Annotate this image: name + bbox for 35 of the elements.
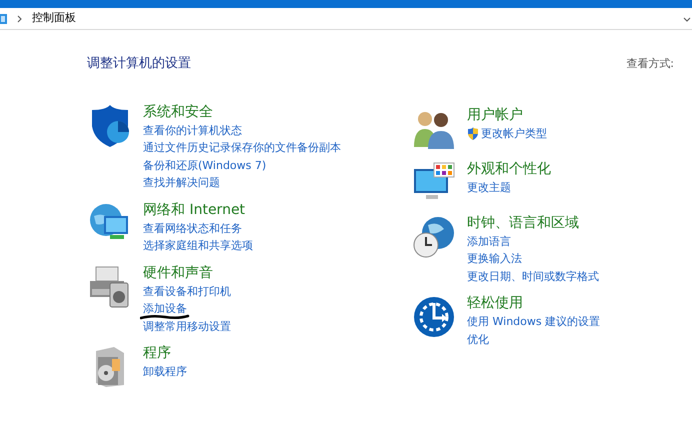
category-link[interactable]: 更改帐户类型: [481, 124, 547, 142]
address-path[interactable]: 控制面板: [32, 10, 76, 27]
category-title[interactable]: 网络和 Internet: [143, 200, 246, 220]
category-link[interactable]: 调整常用移动设置: [143, 318, 231, 335]
address-bar[interactable]: 控制面板: [0, 8, 692, 30]
category-link[interactable]: 添加设备: [143, 300, 187, 318]
category-link[interactable]: 卸载程序: [143, 363, 187, 380]
category-link[interactable]: 查找并解决问题: [143, 174, 220, 192]
category-link[interactable]: 更换输入法: [467, 250, 522, 268]
category-link[interactable]: 查看你的计算机状态: [143, 122, 242, 139]
category-link[interactable]: 查看网络状态和任务: [143, 220, 242, 237]
chevron-right-icon: [17, 14, 23, 22]
category-title[interactable]: 外观和个性化: [467, 158, 551, 178]
category-title[interactable]: 程序: [143, 343, 171, 363]
category-link[interactable]: 通过文件历史记录保存你的文件备份副本: [143, 139, 341, 156]
chevron-down-icon[interactable]: [683, 17, 691, 23]
category-link[interactable]: 选择家庭组和共享选项: [143, 237, 253, 254]
view-by-label: 查看方式:: [626, 56, 674, 72]
category-link[interactable]: 更改主题: [467, 178, 511, 196]
globe-clock-icon: [412, 214, 456, 258]
category-title[interactable]: 硬件和声音: [143, 262, 213, 282]
category-link[interactable]: 查看设备和打印机: [143, 282, 231, 300]
category-link[interactable]: 使用 Windows 建议的设置: [467, 313, 600, 330]
page-heading: 调整计算机的设置: [87, 55, 191, 73]
control-panel-icon: [0, 12, 8, 24]
category-title[interactable]: 系统和安全: [143, 102, 213, 122]
category-link[interactable]: 优化: [467, 330, 489, 348]
category-title[interactable]: 用户帐户: [467, 104, 523, 124]
accessibility-icon: [412, 295, 456, 339]
category-title[interactable]: 轻松使用: [467, 293, 523, 313]
category-link[interactable]: 备份和还原(Windows 7): [143, 156, 266, 174]
category-link[interactable]: 更改日期、时间或数字格式: [467, 268, 599, 285]
underline-mark: [140, 314, 190, 320]
category-link[interactable]: 添加语言: [467, 232, 511, 250]
category-title[interactable]: 时钟、语言和区域: [467, 212, 579, 232]
